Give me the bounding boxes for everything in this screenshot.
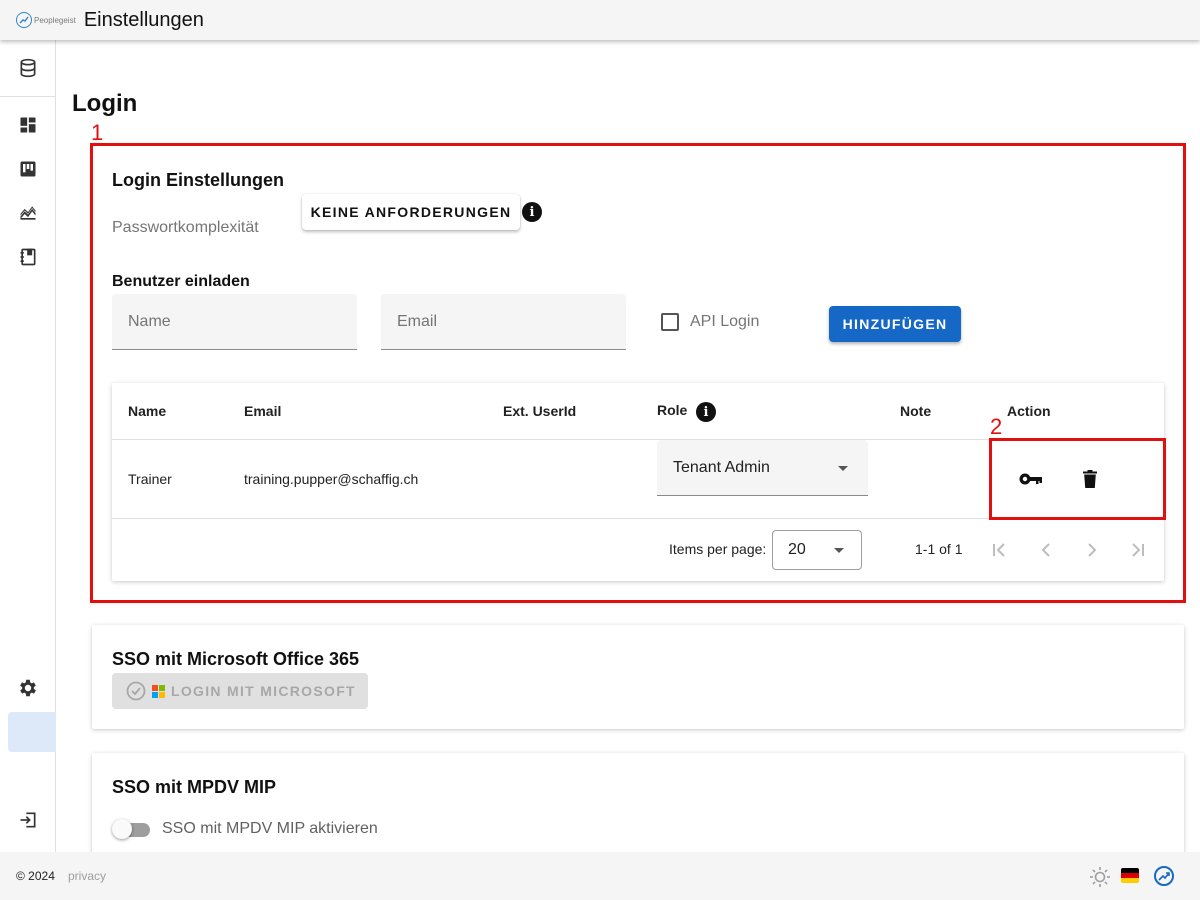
login-with-microsoft-button[interactable]: LOGIN MIT MICROSOFT xyxy=(112,673,368,709)
sso-mpdv-toggle[interactable] xyxy=(112,818,150,840)
sidebar-divider xyxy=(0,96,56,97)
sidebar-item-notebook[interactable] xyxy=(8,237,48,277)
microsoft-logo-icon xyxy=(152,684,165,698)
copyright: © 2024 xyxy=(16,869,55,883)
notebook-icon xyxy=(20,248,36,266)
sso-mpdv-title: SSO mit MPDV MIP xyxy=(112,777,277,797)
footer: © 2024 privacy xyxy=(0,852,1200,900)
section-heading: Login xyxy=(72,90,138,117)
top-app-bar: Peoplegeist Einstellungen xyxy=(0,0,1200,40)
sidebar-item-settings[interactable] xyxy=(8,668,48,708)
database-icon xyxy=(20,58,36,78)
sidebar-item-chart[interactable] xyxy=(8,193,48,233)
board-icon xyxy=(20,161,36,177)
german-flag-icon[interactable] xyxy=(1121,868,1139,883)
brand-name: Peoplegeist xyxy=(34,15,76,25)
sidebar-item-database[interactable] xyxy=(8,48,48,88)
sidebar-item-dashboard[interactable] xyxy=(8,105,48,145)
brand-logo-icon xyxy=(16,12,32,28)
sidebar-item-active[interactable] xyxy=(8,712,56,752)
sidebar-item-logout[interactable] xyxy=(8,800,48,840)
annotation-box-2 xyxy=(989,438,1166,520)
dashboard-icon xyxy=(20,117,36,133)
theme-toggle-button[interactable] xyxy=(1089,866,1111,888)
sun-icon xyxy=(1090,867,1110,887)
annotation-label-1: 1 xyxy=(91,120,104,145)
chart-icon xyxy=(20,206,36,220)
annotation-box-1 xyxy=(90,143,1186,603)
sidebar xyxy=(0,40,56,852)
sidebar-item-board[interactable] xyxy=(8,149,48,189)
brand[interactable]: Peoplegeist xyxy=(16,12,76,28)
logout-icon xyxy=(20,812,36,828)
login-with-microsoft-label: LOGIN MIT MICROSOFT xyxy=(171,683,356,699)
privacy-link[interactable]: privacy xyxy=(68,869,106,883)
toggle-knob xyxy=(112,819,132,839)
peoplegeist-logo-icon[interactable] xyxy=(1154,866,1174,886)
sso-microsoft-title: SSO mit Microsoft Office 365 xyxy=(112,649,360,669)
gear-icon xyxy=(20,679,36,697)
check-circle-icon xyxy=(126,681,146,701)
sso-mpdv-toggle-label: SSO mit MPDV MIP aktivieren xyxy=(162,820,378,837)
annotation-label-2: 2 xyxy=(990,414,1003,439)
page-title: Einstellungen xyxy=(83,8,204,31)
